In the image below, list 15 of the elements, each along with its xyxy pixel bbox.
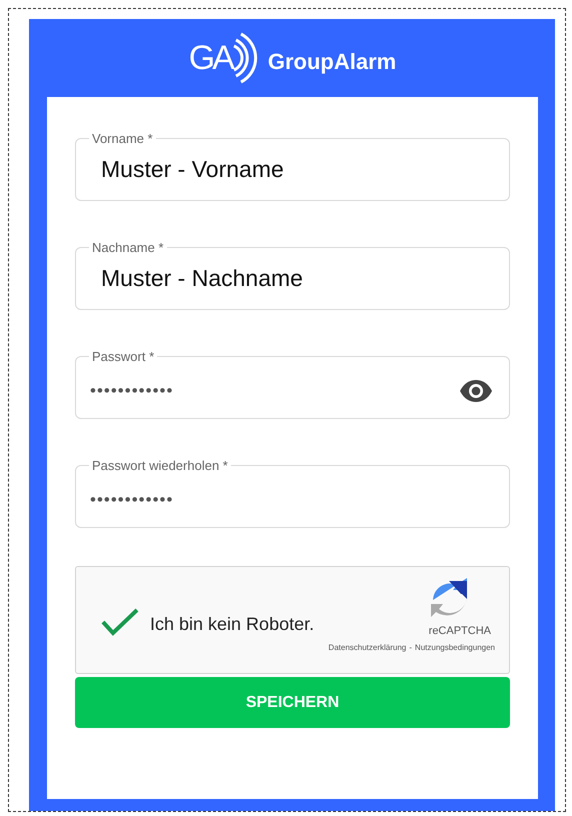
captcha-label: Ich bin kein Roboter. bbox=[150, 614, 314, 634]
checkmark-icon[interactable] bbox=[100, 606, 140, 636]
captcha-brand: reCAPTCHA bbox=[428, 625, 491, 637]
text-field[interactable]: Nachname * Muster - Nachname bbox=[75, 240, 510, 310]
eye-icon bbox=[459, 380, 493, 402]
brand-name: GroupAlarm bbox=[268, 49, 396, 75]
text-field[interactable]: Vorname * Muster - Vorname bbox=[75, 131, 510, 201]
signal-waves-icon bbox=[232, 32, 260, 84]
link-separator: - bbox=[409, 643, 412, 652]
privacy-link[interactable]: Datenschutzerklärung bbox=[328, 643, 406, 652]
password-field[interactable]: Passwort * •••••••••••• bbox=[75, 349, 510, 419]
password-field[interactable]: Passwort wiederholen * •••••••••••• bbox=[75, 458, 510, 528]
terms-link[interactable]: Nutzungsbedingungen bbox=[414, 643, 495, 652]
show-password-button[interactable] bbox=[459, 380, 493, 402]
logo-mark: GA bbox=[188, 38, 232, 78]
